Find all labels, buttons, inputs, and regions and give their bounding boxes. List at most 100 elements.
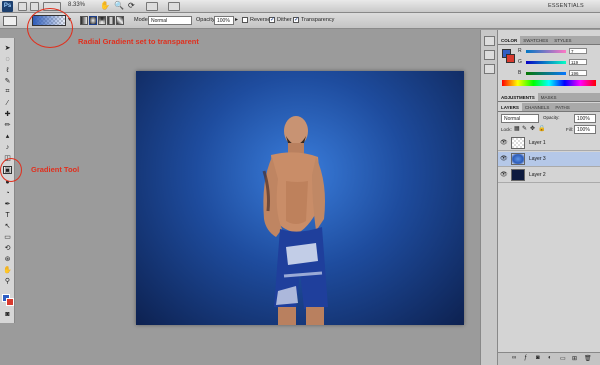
link-layers-icon[interactable]: ∞ — [512, 355, 516, 361]
adjustment-layer-icon[interactable]: ◐ — [548, 355, 552, 361]
visibility-eye-icon[interactable]: 👁 — [500, 156, 508, 162]
history-brush-tool-icon[interactable]: ♪ — [3, 143, 12, 151]
rotate-view-icon[interactable]: ⟳ — [128, 1, 135, 10]
lock-transparent-icon[interactable]: ▦ — [514, 125, 520, 132]
shape-tool-icon[interactable]: ▭ — [3, 233, 12, 241]
lock-label: Lock: — [501, 127, 512, 132]
lasso-tool-icon[interactable]: ℓ — [3, 66, 12, 74]
mode-select[interactable]: Normal — [148, 16, 192, 25]
g-value-field[interactable]: 119 — [569, 59, 587, 65]
tab-masks[interactable]: MASKS — [538, 93, 560, 101]
eyedropper-tool-icon[interactable]: ⁄ — [3, 99, 12, 107]
hand-tool-icon[interactable]: ✋ — [3, 266, 12, 274]
layer-opacity-field[interactable]: 100% — [574, 114, 596, 123]
g-slider[interactable] — [526, 61, 566, 64]
quick-mask-icon[interactable]: ◙ — [3, 310, 12, 318]
tab-styles[interactable]: STYLES — [551, 36, 574, 44]
diamond-gradient-button[interactable] — [116, 16, 124, 25]
layer-row[interactable]: 👁 Layer 1 — [498, 136, 600, 151]
bridge-icon[interactable] — [18, 2, 27, 11]
type-tool-icon[interactable]: T — [3, 211, 12, 219]
reverse-checkbox[interactable] — [242, 17, 248, 23]
fill-label: Fill: — [566, 127, 573, 132]
lock-all-icon[interactable]: 🔒 — [538, 125, 545, 132]
layers-panel-tabs: LAYERS CHANNELS PATHS — [498, 103, 600, 112]
b-value-field[interactable]: 196 — [569, 70, 587, 76]
workspace-switcher[interactable]: ESSENTIALS — [548, 3, 584, 9]
tab-swatches[interactable]: SWATCHES — [520, 36, 551, 44]
zoom-level[interactable]: 8.33% — [68, 2, 85, 8]
linear-gradient-button[interactable] — [80, 16, 88, 25]
tab-adjustments[interactable]: ADJUSTMENTS — [498, 93, 538, 101]
tab-channels[interactable]: CHANNELS — [522, 103, 553, 111]
3d-rotate-tool-icon[interactable]: ⟲ — [3, 244, 12, 252]
layer-style-icon[interactable]: ƒ — [524, 355, 527, 361]
zoom-icon[interactable]: 🔍 — [114, 1, 124, 10]
new-group-icon[interactable]: ▭ — [560, 355, 566, 362]
opacity-arrow-icon[interactable]: ▸ — [235, 16, 238, 23]
tab-paths[interactable]: PATHS — [552, 103, 572, 111]
path-selection-tool-icon[interactable]: ↖ — [3, 222, 12, 230]
layer-thumbnail — [511, 153, 525, 165]
visibility-eye-icon[interactable]: 👁 — [500, 172, 508, 178]
gradient-annotation: Radial Gradient set to transparent — [78, 37, 199, 46]
zoom-tool-icon[interactable]: ⚲ — [3, 277, 12, 285]
navigator-panel-icon[interactable] — [484, 64, 495, 74]
layer-blend-mode-select[interactable]: Normal — [501, 114, 539, 123]
layer-row[interactable]: 👁 Layer 3 — [498, 152, 600, 167]
r-slider[interactable] — [526, 50, 566, 53]
marquee-tool-icon[interactable]: ◌ — [3, 55, 12, 63]
layer-opacity-label: Opacity: — [543, 115, 560, 120]
color-spectrum-bar[interactable] — [502, 80, 596, 86]
dither-checkbox[interactable]: ✓ — [269, 17, 275, 23]
hand-icon[interactable]: ✋ — [100, 1, 110, 10]
layer-name: Layer 2 — [529, 172, 546, 178]
document-canvas[interactable] — [136, 71, 464, 325]
gradient-tool-annotation: Gradient Tool — [31, 165, 80, 174]
transparency-checkbox[interactable]: ✓ — [293, 17, 299, 23]
move-tool-icon[interactable]: ➤ — [3, 44, 12, 52]
quick-selection-tool-icon[interactable]: ✎ — [3, 77, 12, 85]
fighter-photo — [262, 116, 328, 325]
lock-image-icon[interactable]: ✎ — [522, 125, 527, 132]
clone-stamp-tool-icon[interactable]: ▴ — [3, 132, 12, 140]
opacity-field[interactable]: 100% — [214, 16, 234, 25]
radial-gradient-button[interactable] — [89, 16, 97, 25]
history-panel-icon[interactable] — [484, 36, 495, 46]
pen-tool-icon[interactable]: ✒ — [3, 200, 12, 208]
background-color-swatch[interactable] — [6, 298, 14, 306]
dither-label: Dither — [277, 17, 292, 23]
color-panel-tabs: COLOR SWATCHES STYLES — [498, 36, 600, 45]
fill-field[interactable]: 100% — [574, 125, 596, 134]
b-label: B — [518, 70, 522, 76]
new-layer-icon[interactable]: ⊞ — [572, 355, 577, 362]
arrange-documents-icon[interactable] — [146, 2, 158, 11]
healing-brush-tool-icon[interactable]: ✚ — [3, 110, 12, 118]
gradient-tool-highlight — [0, 158, 22, 182]
tab-color[interactable]: COLOR — [498, 36, 521, 44]
adjustments-panel-tabs: ADJUSTMENTS MASKS — [498, 93, 600, 102]
color-background-swatch[interactable] — [506, 54, 515, 63]
crop-tool-icon[interactable]: ⌗ — [3, 88, 12, 96]
r-value-field[interactable]: 7 — [569, 48, 587, 54]
reverse-label: Reverse — [250, 17, 271, 23]
screen-mode-icon[interactable] — [168, 2, 180, 11]
g-label: G — [518, 59, 522, 65]
actions-panel-icon[interactable] — [484, 50, 495, 60]
add-mask-icon[interactable]: ◙ — [536, 355, 540, 361]
3d-orbit-tool-icon[interactable]: ⊛ — [3, 255, 12, 263]
brush-tool-icon[interactable]: ✏ — [3, 121, 12, 129]
visibility-eye-icon[interactable]: 👁 — [500, 140, 508, 146]
angle-gradient-button[interactable] — [98, 16, 106, 25]
dodge-tool-icon[interactable]: ◔ — [3, 189, 12, 197]
tab-layers[interactable]: LAYERS — [498, 103, 522, 111]
tool-preset-picker[interactable] — [3, 16, 17, 26]
lock-position-icon[interactable]: ✥ — [530, 125, 535, 132]
right-panel-dock: COLOR SWATCHES STYLES R 7 G 119 B 196 AD… — [498, 30, 600, 365]
options-bar: ▾ Mode: Normal Opacity: 100% ▸ Reverse ✓… — [0, 13, 600, 29]
layer-name: Layer 1 — [529, 140, 546, 146]
b-slider[interactable] — [526, 72, 566, 75]
delete-layer-icon[interactable]: 🗑 — [584, 355, 592, 362]
reflected-gradient-button[interactable] — [107, 16, 115, 25]
layer-row[interactable]: 👁 Layer 2 — [498, 168, 600, 183]
